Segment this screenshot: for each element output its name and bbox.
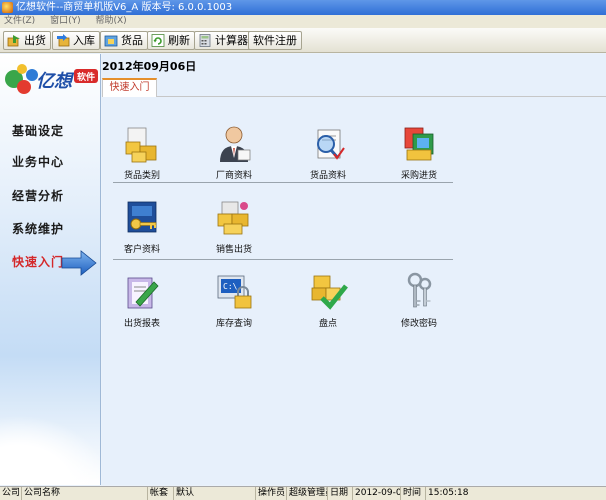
- refresh-icon: [151, 34, 165, 47]
- tile-label: 客户资料: [123, 245, 160, 255]
- menu-window[interactable]: 窗口(Y): [50, 16, 81, 26]
- tile-label: 库存查询: [215, 319, 252, 329]
- svg-text:C:\: C:\: [223, 282, 238, 291]
- stock-in-icon: [57, 34, 70, 47]
- ship-out-button[interactable]: 出货: [3, 31, 51, 50]
- tile-supplier[interactable]: 厂商资料: [199, 124, 269, 181]
- logo-badge: 软件: [77, 71, 95, 83]
- tile-label: 货品资料: [309, 171, 346, 181]
- logo-text: 亿想: [36, 71, 75, 92]
- refresh-button[interactable]: 刷新: [147, 31, 195, 50]
- tile-change-password[interactable]: 修改密码: [384, 272, 454, 329]
- tile-inventory-query[interactable]: C:\ 库存查询: [199, 272, 269, 329]
- ship-out-icon: [7, 35, 20, 47]
- status-company-value: 公司名称: [22, 487, 148, 500]
- tile-label: 厂商资料: [215, 171, 252, 181]
- calculator-icon: [199, 34, 211, 47]
- menu-bar: 文件(Z) 窗口(Y) 帮助(X): [0, 15, 606, 28]
- purchase-icon: [404, 127, 434, 161]
- tile-stocktake[interactable]: 盘点: [293, 272, 363, 329]
- nav-basic-settings[interactable]: 基础设定: [12, 122, 64, 139]
- stocktake-check-icon: [311, 275, 348, 310]
- goods-button[interactable]: 货品: [100, 31, 148, 50]
- tile-customer[interactable]: 客户资料: [107, 198, 177, 255]
- supplier-icon: [220, 126, 251, 162]
- report-icon: [127, 277, 159, 309]
- app-icon: [2, 2, 13, 13]
- nav-business-center[interactable]: 业务中心: [12, 153, 64, 170]
- sidebar: 亿想 软件 基础设定 业务中心 经营分析 系统维护 快速入门: [0, 54, 101, 485]
- status-operator-label: 操作员: [258, 487, 287, 500]
- goods-label: 货品: [121, 34, 143, 47]
- tab-quick-start[interactable]: 快速入门: [102, 78, 157, 97]
- goods-icon: [104, 35, 118, 47]
- status-date-value: 2012-09-06: [353, 487, 401, 500]
- title-bar: 亿想软件--商贸单机版V6_A 版本号: 6.0.0.1003: [0, 0, 606, 15]
- toolbar: 出货 入库 货品 刷新 计算器 软件注册: [0, 28, 606, 53]
- section-divider-1: [113, 182, 453, 183]
- nav-system-maintenance[interactable]: 系统维护: [12, 220, 64, 237]
- tile-goods-category[interactable]: 货品类别: [107, 124, 177, 181]
- ship-out-label: 出货: [24, 34, 46, 47]
- goods-category-icon: [125, 127, 157, 163]
- tile-sales-report[interactable]: 出货报表: [107, 272, 177, 329]
- tab-divider: [102, 96, 606, 97]
- menu-help[interactable]: 帮助(X): [95, 16, 126, 26]
- tile-label: 出货报表: [123, 319, 160, 329]
- nav-business-analysis[interactable]: 经营分析: [12, 187, 64, 204]
- status-time-label: 时间: [401, 487, 426, 500]
- status-company-label: 公司: [2, 487, 22, 500]
- status-book-label: 帐套: [148, 487, 174, 500]
- tile-purchase[interactable]: 采购进货: [384, 124, 454, 181]
- customer-key-icon: [127, 201, 157, 233]
- status-book-value: 默认: [174, 487, 256, 500]
- sales-out-icon: [217, 201, 249, 235]
- inventory-lock-icon: C:\: [217, 275, 252, 309]
- nav-quick-start[interactable]: 快速入门: [12, 253, 64, 270]
- tile-label: 销售出货: [215, 245, 252, 255]
- window-title: 亿想软件--商贸单机版V6_A 版本号: 6.0.0.1003: [16, 2, 233, 13]
- register-button[interactable]: 软件注册: [248, 31, 302, 50]
- status-date-label: 日期: [328, 487, 353, 500]
- tile-label: 货品类别: [123, 171, 160, 181]
- section-divider-2: [113, 259, 453, 260]
- refresh-label: 刷新: [168, 34, 190, 47]
- register-label: 软件注册: [253, 34, 297, 47]
- tile-sales-out[interactable]: 销售出货: [199, 198, 269, 255]
- tile-label: 盘点: [318, 319, 337, 329]
- sidebar-decoration: [0, 415, 100, 485]
- tile-label: 修改密码: [400, 319, 437, 329]
- status-operator-value: 超级管理员: [287, 487, 328, 500]
- goods-info-icon: [317, 129, 345, 160]
- active-arrow-icon: [61, 250, 97, 276]
- menu-file[interactable]: 文件(Z): [4, 16, 35, 26]
- company-logo: 亿想 软件: [5, 64, 98, 94]
- keys-icon: [407, 272, 432, 308]
- stock-in-label: 入库: [73, 34, 95, 47]
- tile-goods-info[interactable]: 货品资料: [293, 124, 363, 181]
- status-bar: 公司 公司名称 帐套 默认 操作员 超级管理员 日期 2012-09-06 时间…: [0, 486, 606, 500]
- stock-in-button[interactable]: 入库: [52, 31, 100, 50]
- tile-label: 采购进货: [400, 171, 437, 181]
- main-panel: 2012年09月06日 快速入门 货品类别 厂商资料 货品资料 采购进货 客户资…: [102, 54, 606, 485]
- calculator-button[interactable]: 计算器: [194, 31, 253, 50]
- calculator-label: 计算器: [215, 34, 248, 47]
- current-date: 2012年09月06日: [102, 60, 197, 73]
- status-time-value: 15:05:18: [428, 488, 469, 498]
